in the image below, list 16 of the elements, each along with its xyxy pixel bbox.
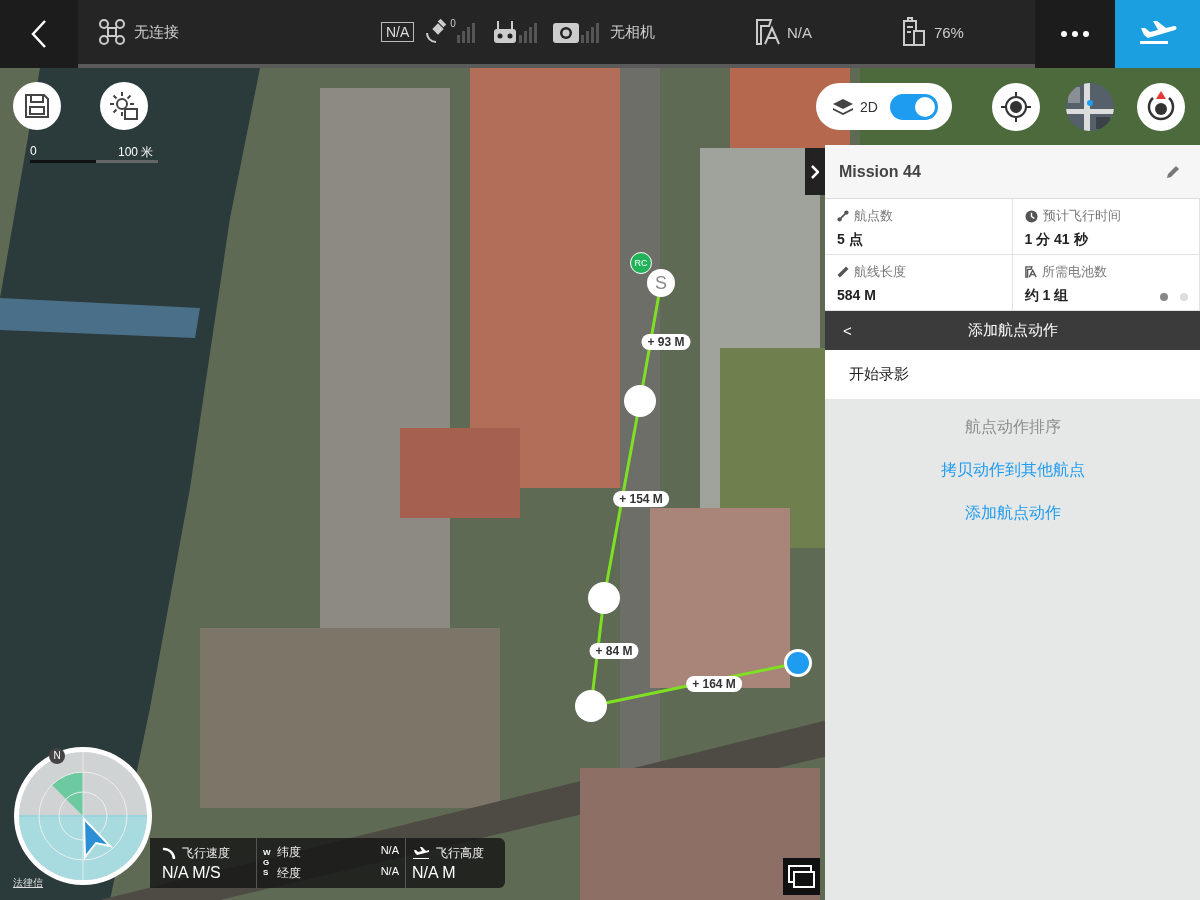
- more-icon: [1060, 30, 1090, 38]
- satellite-count: 0: [450, 18, 456, 29]
- camera-icon: [551, 20, 580, 44]
- chevron-left-icon: [30, 19, 48, 49]
- aircraft-status: 无连接: [134, 22, 179, 42]
- fly-button[interactable]: [1115, 0, 1200, 68]
- signal-icon: [455, 21, 478, 43]
- flight-mode-icon: [754, 18, 781, 46]
- signal-icon: [579, 21, 602, 43]
- flight-mode: N/A: [786, 23, 812, 41]
- battery-level: 76%: [933, 23, 964, 41]
- signal-icon: [517, 21, 540, 43]
- drone-icon: [98, 18, 126, 46]
- camera-status: 无相机: [609, 22, 655, 42]
- remote-controller-icon: [491, 19, 518, 45]
- gps-mode: N/A: [381, 22, 415, 42]
